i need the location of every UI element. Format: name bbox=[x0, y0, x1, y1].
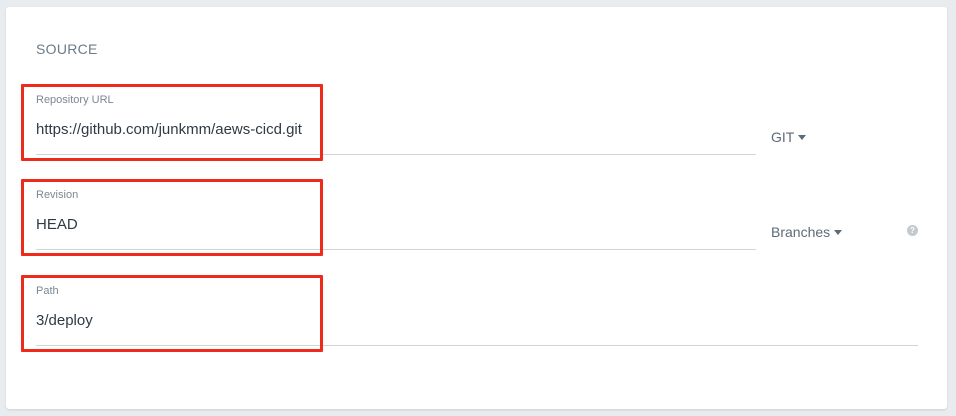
repository-url-input[interactable]: https://github.com/junkmm/aews-cicd.git bbox=[36, 121, 302, 138]
repository-url-field[interactable]: Repository URL https://github.com/junkmm… bbox=[36, 92, 756, 156]
caret-down-icon bbox=[798, 134, 807, 140]
question-circle-icon[interactable]: ? bbox=[907, 225, 918, 236]
repository-url-label: Repository URL bbox=[36, 94, 114, 106]
path-underline bbox=[36, 345, 918, 346]
section-title: SOURCE bbox=[36, 41, 98, 57]
caret-down-icon bbox=[834, 229, 843, 235]
repository-url-underline bbox=[36, 154, 756, 155]
revision-type-label: Branches bbox=[771, 224, 831, 240]
revision-type-dropdown[interactable]: Branches bbox=[771, 224, 843, 240]
source-panel: SOURCE Repository URL https://github.com… bbox=[6, 7, 947, 409]
repository-type-dropdown[interactable]: GIT bbox=[771, 129, 807, 145]
path-label: Path bbox=[36, 285, 59, 297]
revision-label: Revision bbox=[36, 189, 79, 201]
revision-input[interactable]: HEAD bbox=[36, 216, 78, 233]
revision-underline bbox=[36, 249, 756, 250]
revision-field[interactable]: Revision HEAD bbox=[36, 187, 756, 251]
repository-type-label: GIT bbox=[771, 129, 795, 145]
path-field[interactable]: Path 3/deploy bbox=[36, 283, 918, 347]
path-input[interactable]: 3/deploy bbox=[36, 312, 93, 329]
